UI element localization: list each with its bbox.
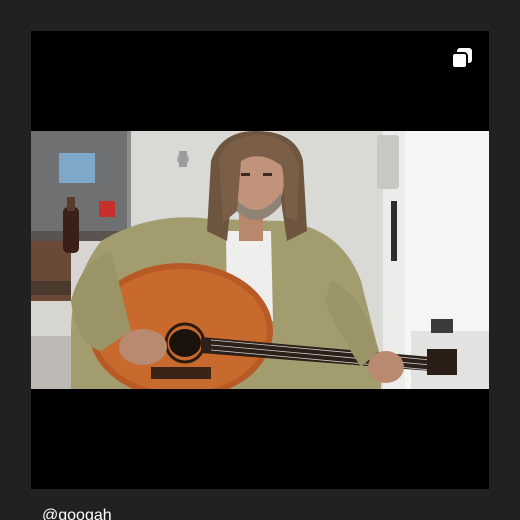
video-player[interactable]	[31, 131, 489, 389]
multiple-media-icon	[451, 47, 473, 69]
post-media-frame[interactable]	[31, 31, 489, 489]
post-card: @googah	[0, 0, 520, 520]
video-frame-image	[31, 131, 489, 389]
post-username[interactable]: @googah	[42, 506, 112, 520]
